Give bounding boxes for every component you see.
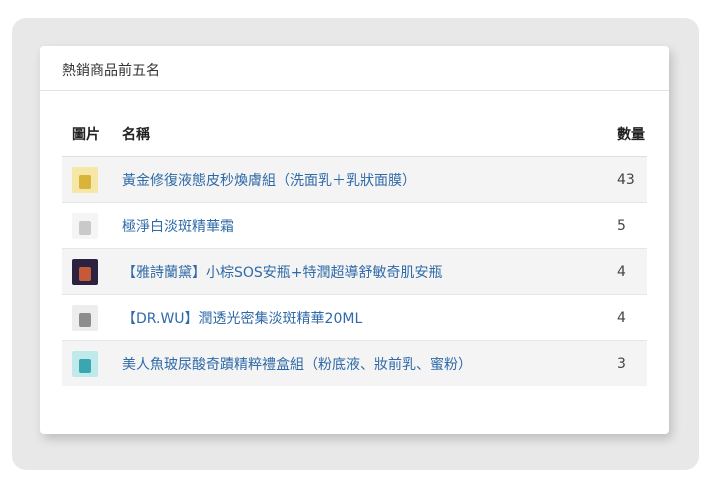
table-row: 極淨白淡斑精華霜 5 — [62, 202, 647, 249]
product-name-link[interactable]: 美人魚玻尿酸奇蹟精粹禮盒組（粉底液、妝前乳、蜜粉） — [122, 357, 472, 373]
product-name-cell: 【雅詩蘭黛】小棕SOS安瓶+特潤超導舒敏奇肌安瓶 — [112, 248, 607, 295]
serum-bottle-icon[interactable] — [72, 304, 98, 331]
product-name-link[interactable]: 【雅詩蘭黛】小棕SOS安瓶+特潤超導舒敏奇肌安瓶 — [122, 265, 443, 281]
product-name-link[interactable]: 極淨白淡斑精華霜 — [122, 219, 234, 235]
product-name-cell: 【DR.WU】潤透光密集淡斑精華20ML — [112, 294, 607, 341]
table-row: 【雅詩蘭黛】小棕SOS安瓶+特潤超導舒敏奇肌安瓶 4 — [62, 248, 647, 295]
card-title: 熱銷商品前五名 — [40, 46, 669, 91]
product-quantity: 4 — [607, 294, 647, 341]
white-cream-jar-icon[interactable] — [72, 212, 98, 239]
top-products-table: 圖片 名稱 數量 黃金修復液態皮秒煥膚組（洗面乳＋乳狀面膜） 43 極淨白淡斑精華霜… — [62, 112, 647, 386]
product-name-cell: 極淨白淡斑精華霜 — [112, 202, 607, 249]
top-products-card: 熱銷商品前五名 圖片 名稱 數量 黃金修復液態皮秒煥膚組（洗面乳＋乳狀面膜） 43… — [40, 46, 669, 434]
product-quantity: 3 — [607, 340, 647, 386]
product-image-cell — [62, 294, 112, 341]
product-image-cell — [62, 156, 112, 203]
header-quantity: 數量 — [607, 112, 647, 157]
product-name-cell: 黃金修復液態皮秒煥膚組（洗面乳＋乳狀面膜） — [112, 156, 607, 203]
product-image-cell — [62, 248, 112, 295]
table-row: 【DR.WU】潤透光密集淡斑精華20ML 4 — [62, 294, 647, 341]
product-image-cell — [62, 340, 112, 386]
teal-gift-box-icon[interactable] — [72, 350, 98, 377]
product-quantity: 4 — [607, 248, 647, 295]
product-name-link[interactable]: 【DR.WU】潤透光密集淡斑精華20ML — [122, 311, 362, 327]
header-name: 名稱 — [112, 112, 607, 157]
product-quantity: 5 — [607, 202, 647, 249]
table-row: 美人魚玻尿酸奇蹟精粹禮盒組（粉底液、妝前乳、蜜粉） 3 — [62, 340, 647, 386]
table-header-row: 圖片 名稱 數量 — [62, 112, 647, 157]
header-image: 圖片 — [62, 112, 112, 157]
page-background: 熱銷商品前五名 圖片 名稱 數量 黃金修復液態皮秒煥膚組（洗面乳＋乳狀面膜） 43… — [12, 18, 699, 470]
product-quantity: 43 — [607, 156, 647, 203]
gold-skincare-product-icon[interactable] — [72, 166, 98, 193]
product-image-cell — [62, 202, 112, 249]
product-name-link[interactable]: 黃金修復液態皮秒煥膚組（洗面乳＋乳狀面膜） — [122, 173, 416, 189]
model-portrait-icon[interactable] — [72, 258, 98, 285]
table-row: 黃金修復液態皮秒煥膚組（洗面乳＋乳狀面膜） 43 — [62, 156, 647, 203]
product-name-cell: 美人魚玻尿酸奇蹟精粹禮盒組（粉底液、妝前乳、蜜粉） — [112, 340, 607, 386]
